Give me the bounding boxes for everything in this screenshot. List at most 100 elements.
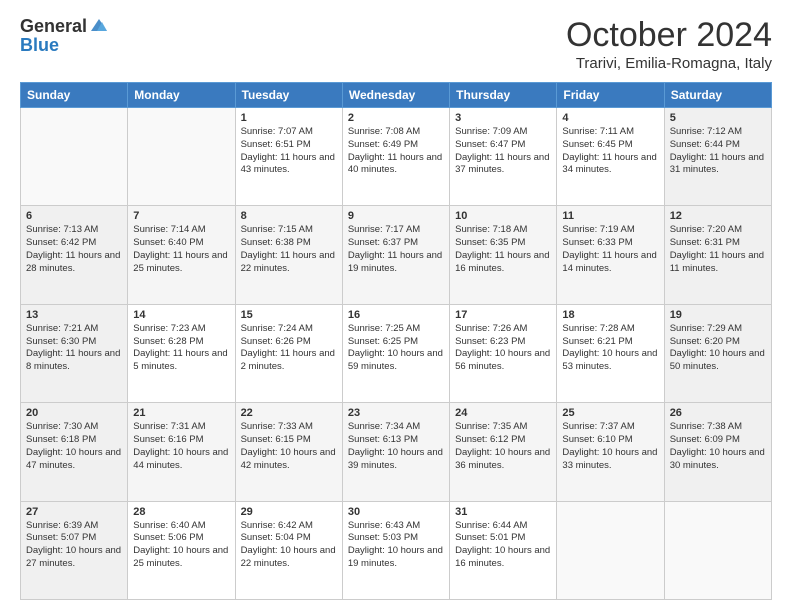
week-row-5: 27 Sunrise: 6:39 AMSunset: 5:07 PMDaylig… xyxy=(21,501,772,599)
day-number: 8 xyxy=(241,210,337,222)
page: General Blue October 2024 Trarivi, Emili… xyxy=(0,0,792,612)
day-cell: 25 Sunrise: 7:37 AMSunset: 6:10 PMDaylig… xyxy=(557,403,664,501)
logo-text-blue: Blue xyxy=(20,35,59,55)
day-cell: 27 Sunrise: 6:39 AMSunset: 5:07 PMDaylig… xyxy=(21,501,128,599)
day-cell: 2 Sunrise: 7:08 AMSunset: 6:49 PMDayligh… xyxy=(342,108,449,206)
logo-text-general: General xyxy=(20,16,87,37)
day-cell: 22 Sunrise: 7:33 AMSunset: 6:15 PMDaylig… xyxy=(235,403,342,501)
day-number: 10 xyxy=(455,210,551,222)
header-thursday: Thursday xyxy=(450,83,557,108)
day-number: 25 xyxy=(562,407,658,419)
header-friday: Friday xyxy=(557,83,664,108)
header-wednesday: Wednesday xyxy=(342,83,449,108)
day-number: 26 xyxy=(670,407,766,419)
week-row-1: 1 Sunrise: 7:07 AMSunset: 6:51 PMDayligh… xyxy=(21,108,772,206)
day-info: Sunrise: 7:31 AMSunset: 6:16 PMDaylight:… xyxy=(133,421,228,470)
day-cell xyxy=(128,108,235,206)
day-info: Sunrise: 7:21 AMSunset: 6:30 PMDaylight:… xyxy=(26,323,120,372)
day-number: 23 xyxy=(348,407,444,419)
day-cell: 4 Sunrise: 7:11 AMSunset: 6:45 PMDayligh… xyxy=(557,108,664,206)
day-info: Sunrise: 7:37 AMSunset: 6:10 PMDaylight:… xyxy=(562,421,657,470)
day-number: 27 xyxy=(26,506,122,518)
day-number: 13 xyxy=(26,309,122,321)
day-info: Sunrise: 7:14 AMSunset: 6:40 PMDaylight:… xyxy=(133,224,227,273)
day-info: Sunrise: 6:39 AMSunset: 5:07 PMDaylight:… xyxy=(26,520,121,569)
logo-area: General Blue xyxy=(20,16,109,56)
day-info: Sunrise: 7:38 AMSunset: 6:09 PMDaylight:… xyxy=(670,421,765,470)
header: General Blue October 2024 Trarivi, Emili… xyxy=(20,16,772,72)
day-number: 31 xyxy=(455,506,551,518)
day-info: Sunrise: 7:24 AMSunset: 6:26 PMDaylight:… xyxy=(241,323,335,372)
day-number: 28 xyxy=(133,506,229,518)
day-number: 15 xyxy=(241,309,337,321)
day-info: Sunrise: 7:18 AMSunset: 6:35 PMDaylight:… xyxy=(455,224,549,273)
header-tuesday: Tuesday xyxy=(235,83,342,108)
day-cell: 3 Sunrise: 7:09 AMSunset: 6:47 PMDayligh… xyxy=(450,108,557,206)
day-info: Sunrise: 7:13 AMSunset: 6:42 PMDaylight:… xyxy=(26,224,120,273)
day-cell xyxy=(21,108,128,206)
calendar-table: Sunday Monday Tuesday Wednesday Thursday… xyxy=(20,82,772,600)
day-cell: 12 Sunrise: 7:20 AMSunset: 6:31 PMDaylig… xyxy=(664,206,771,304)
day-info: Sunrise: 7:33 AMSunset: 6:15 PMDaylight:… xyxy=(241,421,336,470)
day-cell: 8 Sunrise: 7:15 AMSunset: 6:38 PMDayligh… xyxy=(235,206,342,304)
day-info: Sunrise: 7:09 AMSunset: 6:47 PMDaylight:… xyxy=(455,126,549,175)
day-info: Sunrise: 6:44 AMSunset: 5:01 PMDaylight:… xyxy=(455,520,550,569)
day-number: 12 xyxy=(670,210,766,222)
day-info: Sunrise: 7:25 AMSunset: 6:25 PMDaylight:… xyxy=(348,323,443,372)
title-area: October 2024 Trarivi, Emilia-Romagna, It… xyxy=(566,16,772,72)
header-saturday: Saturday xyxy=(664,83,771,108)
day-cell: 5 Sunrise: 7:12 AMSunset: 6:44 PMDayligh… xyxy=(664,108,771,206)
day-info: Sunrise: 7:35 AMSunset: 6:12 PMDaylight:… xyxy=(455,421,550,470)
month-title: October 2024 xyxy=(566,16,772,55)
day-cell: 6 Sunrise: 7:13 AMSunset: 6:42 PMDayligh… xyxy=(21,206,128,304)
day-cell: 13 Sunrise: 7:21 AMSunset: 6:30 PMDaylig… xyxy=(21,304,128,402)
day-info: Sunrise: 7:08 AMSunset: 6:49 PMDaylight:… xyxy=(348,126,442,175)
day-number: 20 xyxy=(26,407,122,419)
day-number: 22 xyxy=(241,407,337,419)
location-title: Trarivi, Emilia-Romagna, Italy xyxy=(566,55,772,72)
day-number: 11 xyxy=(562,210,658,222)
day-cell xyxy=(664,501,771,599)
day-cell: 20 Sunrise: 7:30 AMSunset: 6:18 PMDaylig… xyxy=(21,403,128,501)
day-number: 7 xyxy=(133,210,229,222)
day-cell: 24 Sunrise: 7:35 AMSunset: 6:12 PMDaylig… xyxy=(450,403,557,501)
day-number: 18 xyxy=(562,309,658,321)
day-info: Sunrise: 7:12 AMSunset: 6:44 PMDaylight:… xyxy=(670,126,764,175)
day-number: 16 xyxy=(348,309,444,321)
day-info: Sunrise: 6:43 AMSunset: 5:03 PMDaylight:… xyxy=(348,520,443,569)
logo-bird-icon xyxy=(89,17,109,37)
day-cell: 21 Sunrise: 7:31 AMSunset: 6:16 PMDaylig… xyxy=(128,403,235,501)
day-cell: 9 Sunrise: 7:17 AMSunset: 6:37 PMDayligh… xyxy=(342,206,449,304)
day-number: 29 xyxy=(241,506,337,518)
day-info: Sunrise: 7:11 AMSunset: 6:45 PMDaylight:… xyxy=(562,126,656,175)
day-info: Sunrise: 7:28 AMSunset: 6:21 PMDaylight:… xyxy=(562,323,657,372)
day-number: 3 xyxy=(455,112,551,124)
day-number: 2 xyxy=(348,112,444,124)
day-number: 19 xyxy=(670,309,766,321)
day-cell: 26 Sunrise: 7:38 AMSunset: 6:09 PMDaylig… xyxy=(664,403,771,501)
day-cell: 11 Sunrise: 7:19 AMSunset: 6:33 PMDaylig… xyxy=(557,206,664,304)
week-row-2: 6 Sunrise: 7:13 AMSunset: 6:42 PMDayligh… xyxy=(21,206,772,304)
day-number: 24 xyxy=(455,407,551,419)
day-number: 14 xyxy=(133,309,229,321)
day-cell: 1 Sunrise: 7:07 AMSunset: 6:51 PMDayligh… xyxy=(235,108,342,206)
day-cell: 19 Sunrise: 7:29 AMSunset: 6:20 PMDaylig… xyxy=(664,304,771,402)
day-cell: 23 Sunrise: 7:34 AMSunset: 6:13 PMDaylig… xyxy=(342,403,449,501)
day-number: 1 xyxy=(241,112,337,124)
week-row-3: 13 Sunrise: 7:21 AMSunset: 6:30 PMDaylig… xyxy=(21,304,772,402)
day-info: Sunrise: 6:40 AMSunset: 5:06 PMDaylight:… xyxy=(133,520,228,569)
day-cell xyxy=(557,501,664,599)
day-info: Sunrise: 7:34 AMSunset: 6:13 PMDaylight:… xyxy=(348,421,443,470)
day-info: Sunrise: 7:23 AMSunset: 6:28 PMDaylight:… xyxy=(133,323,227,372)
day-cell: 30 Sunrise: 6:43 AMSunset: 5:03 PMDaylig… xyxy=(342,501,449,599)
day-number: 9 xyxy=(348,210,444,222)
day-info: Sunrise: 6:42 AMSunset: 5:04 PMDaylight:… xyxy=(241,520,336,569)
day-number: 30 xyxy=(348,506,444,518)
day-cell: 18 Sunrise: 7:28 AMSunset: 6:21 PMDaylig… xyxy=(557,304,664,402)
calendar-body: 1 Sunrise: 7:07 AMSunset: 6:51 PMDayligh… xyxy=(21,108,772,600)
day-cell: 16 Sunrise: 7:25 AMSunset: 6:25 PMDaylig… xyxy=(342,304,449,402)
day-info: Sunrise: 7:29 AMSunset: 6:20 PMDaylight:… xyxy=(670,323,765,372)
day-cell: 7 Sunrise: 7:14 AMSunset: 6:40 PMDayligh… xyxy=(128,206,235,304)
day-info: Sunrise: 7:19 AMSunset: 6:33 PMDaylight:… xyxy=(562,224,656,273)
day-cell: 17 Sunrise: 7:26 AMSunset: 6:23 PMDaylig… xyxy=(450,304,557,402)
